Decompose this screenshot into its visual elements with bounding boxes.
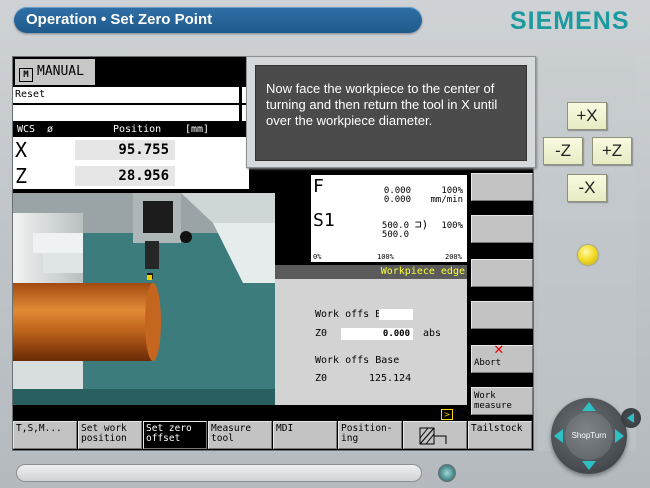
siemens-logo: SIEMENS bbox=[510, 7, 630, 35]
mode-indicator: M MANUAL bbox=[15, 59, 95, 85]
softkey-mdi[interactable]: MDI bbox=[273, 421, 337, 449]
vertical-softkey-4[interactable] bbox=[471, 301, 533, 329]
offset-value-input[interactable]: 0.000 bbox=[341, 328, 413, 340]
scale-max: 200% bbox=[445, 253, 462, 261]
wheel-right-arrow-icon[interactable] bbox=[615, 429, 624, 443]
work-measure-button[interactable]: Work measure bbox=[471, 387, 533, 415]
operation-title-bar: Operation • Set Zero Point bbox=[14, 7, 422, 33]
jog-minus-z-button[interactable]: -Z bbox=[543, 137, 583, 165]
axis-row-x: X 95.755 bbox=[13, 137, 249, 163]
manual-mode-icon: M bbox=[19, 68, 33, 82]
softkey-set-zero-offset[interactable]: Set zero offset bbox=[143, 421, 207, 449]
wheel-down-arrow-icon[interactable] bbox=[582, 461, 596, 470]
feed-letter: F bbox=[313, 176, 324, 197]
vertical-softkey-2[interactable] bbox=[471, 215, 533, 243]
wcs-header: WCS ø Position [mm] bbox=[13, 123, 249, 137]
softkey-tailstock[interactable]: Tailstock bbox=[468, 421, 532, 449]
softkey-tsm[interactable]: T,S,M... bbox=[13, 421, 77, 449]
abort-x-icon: ✕ bbox=[494, 339, 504, 358]
spindle-value-2: 500.0 bbox=[381, 230, 409, 240]
bottom-progress-bar bbox=[16, 464, 422, 482]
softkey-measure-tool[interactable]: Measure tool bbox=[208, 421, 272, 449]
position-label: Position bbox=[113, 124, 162, 135]
axis-value-x: 95.755 bbox=[75, 140, 175, 160]
lathe-illustration bbox=[13, 193, 275, 405]
offset-axis-label: Z0 bbox=[315, 328, 328, 339]
base-highlight bbox=[379, 309, 413, 320]
scale-min: 0% bbox=[313, 253, 322, 261]
work-measure-label-2: measure bbox=[474, 401, 512, 411]
feed-value-2: 0.000 bbox=[383, 195, 411, 205]
abort-button[interactable]: ✕ Abort bbox=[471, 339, 533, 373]
spindle-percent: 100% bbox=[441, 221, 463, 231]
softkey-facing[interactable] bbox=[403, 421, 467, 449]
jog-minus-x-button[interactable]: -X bbox=[567, 174, 607, 202]
work-measure-label-1: Work bbox=[474, 391, 496, 401]
bottom-indicator-dot[interactable] bbox=[438, 464, 456, 482]
axis-value-z: 28.956 bbox=[75, 166, 175, 186]
work-offset-label-2: Work offs Base bbox=[315, 355, 400, 366]
vertical-softkey-1[interactable] bbox=[471, 173, 533, 201]
machine-3d-view bbox=[13, 193, 275, 405]
message-bar bbox=[13, 105, 239, 121]
offset-unit-label: abs bbox=[423, 328, 442, 339]
wheel-left-arrow-icon[interactable] bbox=[554, 429, 563, 443]
instruction-text: Now face the workpiece to the center of … bbox=[255, 65, 527, 161]
readout-axis-label: Z0 bbox=[315, 373, 328, 384]
axis-name-x: X bbox=[15, 138, 28, 162]
jog-plus-x-button[interactable]: +X bbox=[567, 102, 607, 130]
workpiece-edge-panel: Work offs Base Z0 0.000 abs Work offs Ba… bbox=[275, 279, 467, 405]
wheel-up-arrow-icon[interactable] bbox=[582, 402, 596, 411]
workpiece-edge-title: Workpiece edge bbox=[275, 265, 467, 279]
back-button[interactable] bbox=[621, 408, 641, 428]
softkey-positioning-line2: ing bbox=[341, 433, 359, 444]
mode-label: MANUAL bbox=[37, 64, 84, 79]
abort-label: Abort bbox=[474, 358, 502, 368]
facing-icon bbox=[419, 427, 447, 445]
shopturn-label[interactable]: ShopTurn bbox=[565, 412, 613, 460]
shopturn-navigation-wheel[interactable]: ShopTurn bbox=[551, 398, 627, 474]
softkey-mdi-label: MDI bbox=[276, 423, 294, 434]
softkey-set-work-position[interactable]: Set work position bbox=[78, 421, 142, 449]
instruction-popup: Now face the workpiece to the center of … bbox=[246, 56, 536, 168]
axis-row-z: Z 28.956 bbox=[13, 163, 249, 189]
feed-spindle-panel: F 0.000 0.000 100% mm/min S1 500.0 500.0… bbox=[311, 175, 467, 261]
vertical-softkey-3[interactable] bbox=[471, 259, 533, 287]
scale-mid: 100% bbox=[377, 253, 394, 261]
axis-name-z: Z bbox=[15, 164, 28, 188]
softkey-tsm-label: T,S,M... bbox=[16, 423, 62, 434]
feed-unit: mm/min bbox=[430, 195, 463, 205]
readout-value: 125.124 bbox=[369, 373, 412, 384]
softkey-set-work-line2: position bbox=[81, 433, 127, 444]
softkey-positioning[interactable]: Position- ing bbox=[338, 421, 402, 449]
operation-title: Operation • Set Zero Point bbox=[26, 11, 213, 28]
softkey-set-zero-line2: offset bbox=[146, 433, 181, 444]
softkey-tailstock-label: Tailstock bbox=[471, 423, 523, 434]
softkey-expand-icon[interactable]: > bbox=[441, 409, 453, 420]
reset-status-bar: Reset bbox=[13, 87, 239, 103]
unit-label: [mm] bbox=[185, 124, 210, 135]
back-arrow-icon bbox=[627, 413, 634, 423]
override-scale: 0% 100% 200% bbox=[311, 253, 467, 262]
jog-plus-z-button[interactable]: +Z bbox=[592, 137, 632, 165]
softkey-measure-tool-line2: tool bbox=[211, 433, 234, 444]
diameter-symbol: ø bbox=[47, 124, 54, 135]
status-lamp bbox=[578, 245, 598, 265]
spindle-letter: S1 bbox=[313, 210, 335, 231]
wcs-label: WCS bbox=[17, 124, 36, 135]
